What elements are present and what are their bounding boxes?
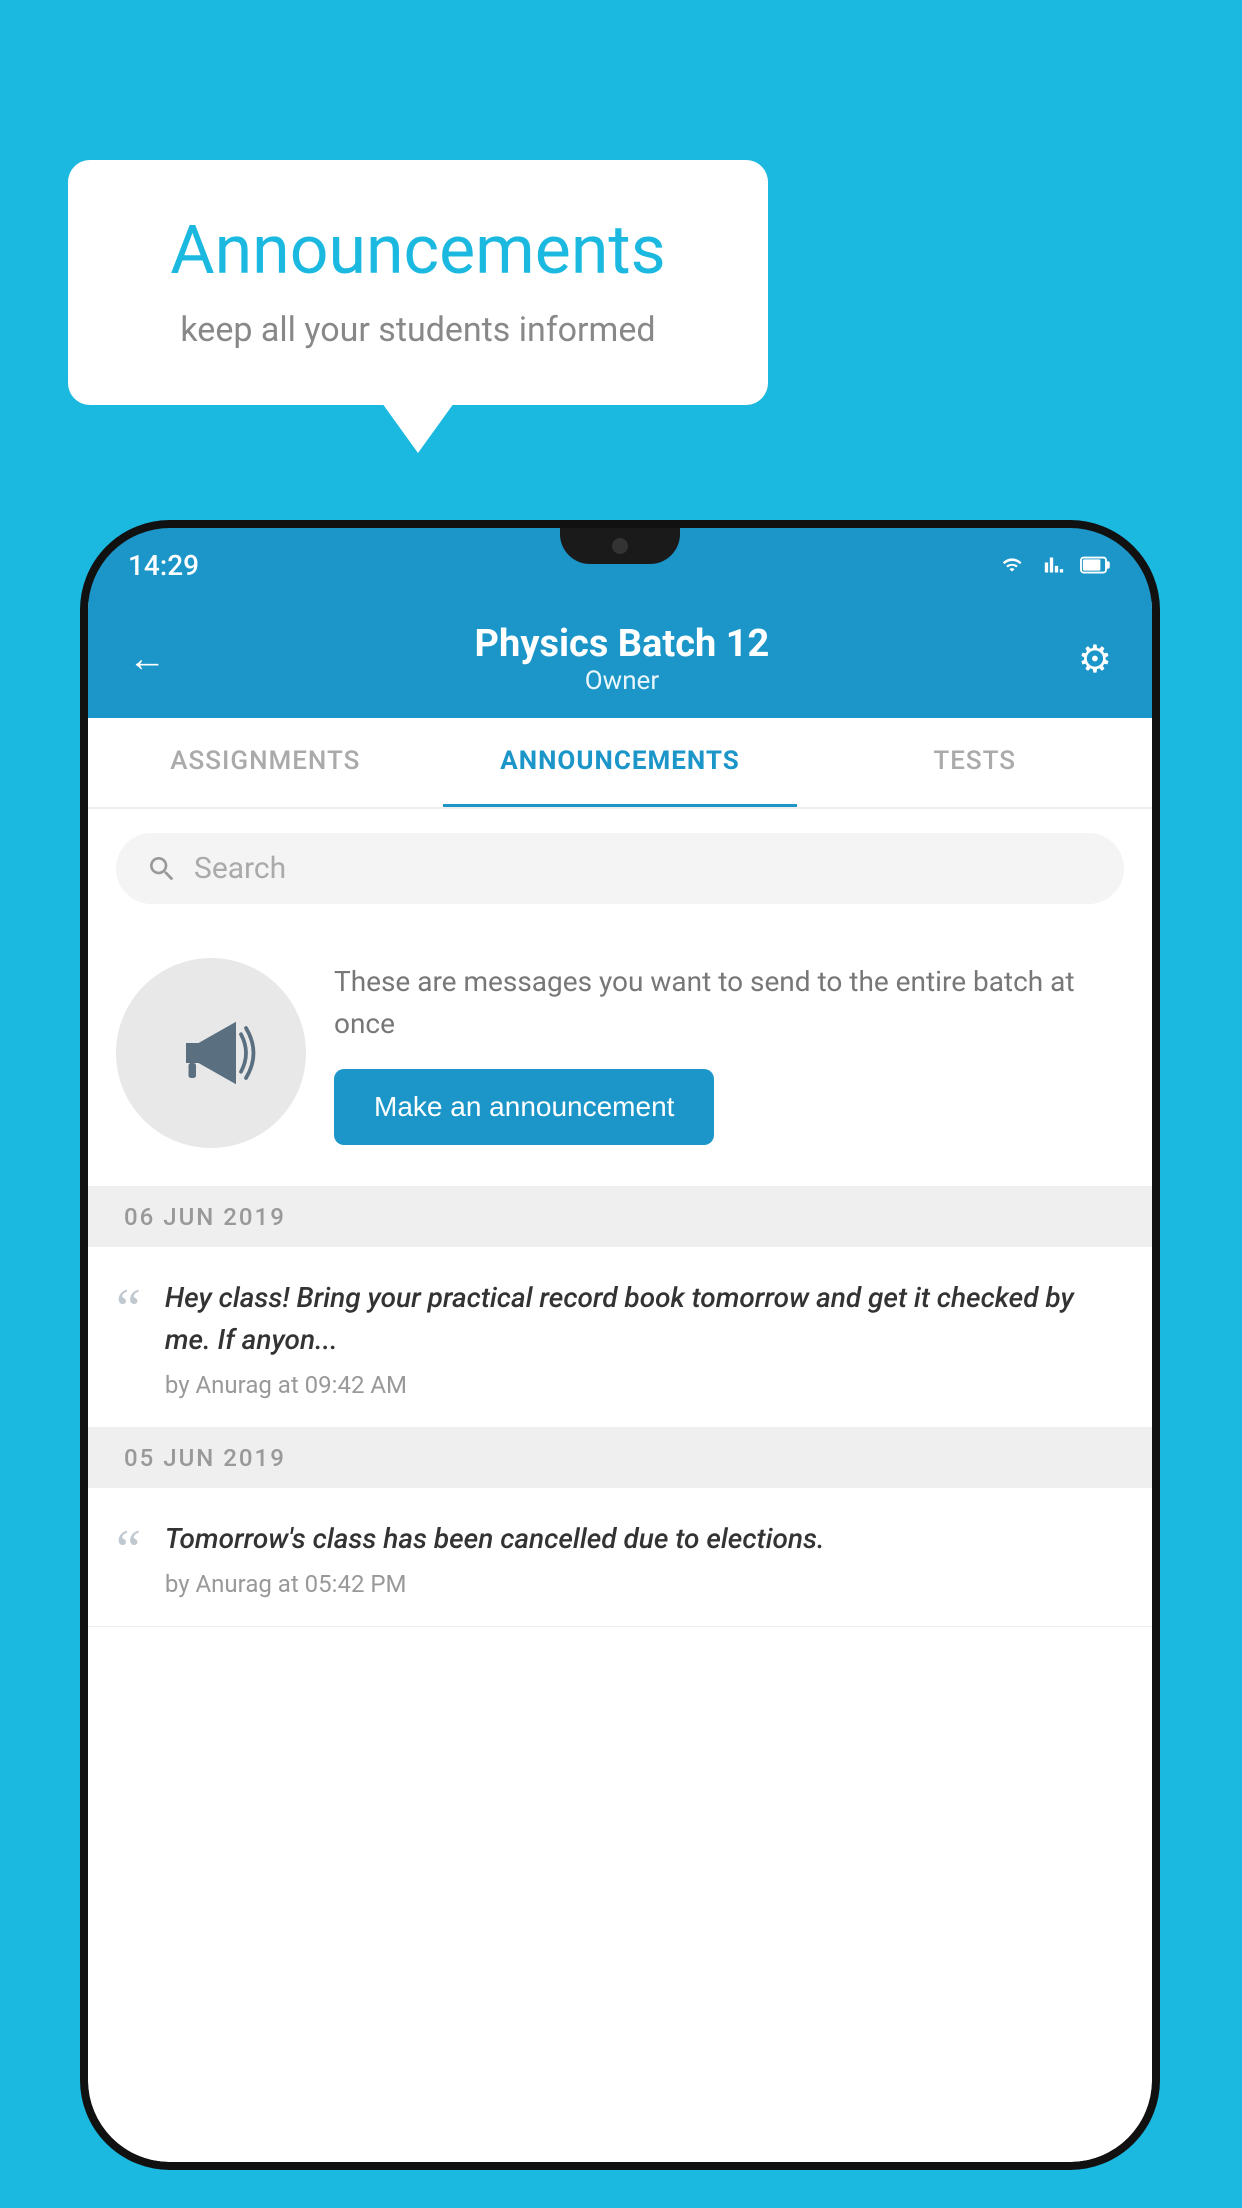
search-bar[interactable]: Search: [116, 833, 1124, 904]
phone-inner: ← Physics Batch 12 Owner ⚙ ASSIGNMENTS A…: [88, 602, 1152, 2162]
status-icons: [996, 555, 1112, 575]
bubble-subtitle: keep all your students informed: [128, 310, 708, 350]
content-area: Search: [88, 809, 1152, 2162]
tab-announcements[interactable]: ANNOUNCEMENTS: [443, 718, 798, 807]
notch: [560, 528, 680, 564]
back-button[interactable]: ←: [128, 637, 166, 681]
announcement-meta-2: by Anurag at 05:42 PM: [165, 1570, 825, 1598]
announcement-text-1: Hey class! Bring your practical record b…: [165, 1277, 1124, 1361]
quote-icon-2: “: [116, 1522, 141, 1578]
header-title: Physics Batch 12: [475, 622, 770, 666]
search-icon: [146, 853, 178, 885]
quote-icon-1: “: [116, 1281, 141, 1337]
announcement-right: These are messages you want to send to t…: [334, 961, 1124, 1145]
megaphone-circle: [116, 958, 306, 1148]
tabs-bar: ASSIGNMENTS ANNOUNCEMENTS TESTS: [88, 718, 1152, 809]
date-separator-2: 05 JUN 2019: [88, 1428, 1152, 1488]
tab-tests[interactable]: TESTS: [797, 718, 1152, 807]
announcement-description: These are messages you want to send to t…: [334, 961, 1124, 1045]
announcement-content-1: Hey class! Bring your practical record b…: [165, 1277, 1124, 1399]
search-placeholder: Search: [194, 851, 286, 886]
status-time: 14:29: [128, 549, 199, 582]
make-announcement-button[interactable]: Make an announcement: [334, 1069, 714, 1145]
announcement-item-2: “ Tomorrow's class has been cancelled du…: [88, 1488, 1152, 1627]
announcement-text-2: Tomorrow's class has been cancelled due …: [165, 1518, 825, 1560]
announcement-item-1: “ Hey class! Bring your practical record…: [88, 1247, 1152, 1428]
phone-frame: 14:29 ← Physics Batch 12 Owner: [80, 520, 1160, 2170]
header-subtitle: Owner: [475, 666, 770, 696]
camera-dot: [612, 538, 628, 554]
megaphone-icon: [161, 1003, 261, 1103]
header-center: Physics Batch 12 Owner: [475, 622, 770, 696]
bubble-title: Announcements: [128, 210, 708, 290]
date-separator-1: 06 JUN 2019: [88, 1187, 1152, 1247]
app-header: ← Physics Batch 12 Owner ⚙: [88, 602, 1152, 718]
speech-bubble: Announcements keep all your students inf…: [68, 160, 768, 405]
announcement-content-2: Tomorrow's class has been cancelled due …: [165, 1518, 825, 1598]
status-bar: 14:29: [88, 528, 1152, 602]
announcement-meta-1: by Anurag at 09:42 AM: [165, 1371, 1124, 1399]
battery-icon: [1080, 555, 1112, 575]
signal-icon: [1038, 555, 1070, 575]
tab-assignments[interactable]: ASSIGNMENTS: [88, 718, 443, 807]
announcement-prompt: These are messages you want to send to t…: [88, 928, 1152, 1187]
wifi-icon: [996, 555, 1028, 575]
settings-button[interactable]: ⚙: [1078, 637, 1112, 682]
